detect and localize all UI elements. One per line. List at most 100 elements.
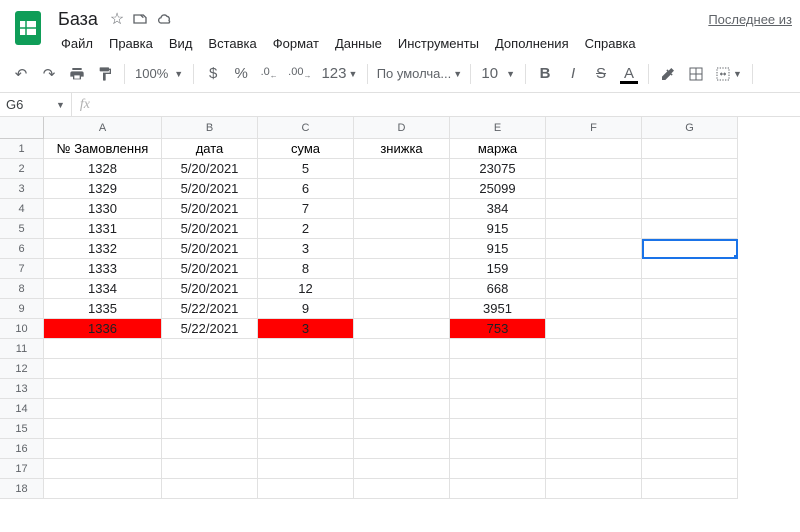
row-header-13[interactable]: 13 xyxy=(0,379,44,399)
italic-button[interactable]: I xyxy=(560,61,586,87)
cell-C16[interactable] xyxy=(258,439,354,459)
row-header-8[interactable]: 8 xyxy=(0,279,44,299)
cell-F5[interactable] xyxy=(546,219,642,239)
menu-инструменты[interactable]: Инструменты xyxy=(391,32,486,55)
cell-G15[interactable] xyxy=(642,419,738,439)
cell-B6[interactable]: 5/20/2021 xyxy=(162,239,258,259)
menu-данные[interactable]: Данные xyxy=(328,32,389,55)
cell-A16[interactable] xyxy=(44,439,162,459)
cell-F16[interactable] xyxy=(546,439,642,459)
menu-дополнения[interactable]: Дополнения xyxy=(488,32,576,55)
cell-D18[interactable] xyxy=(354,479,450,499)
zoom-select[interactable]: 100%▼ xyxy=(131,61,187,87)
cell-C11[interactable] xyxy=(258,339,354,359)
row-header-3[interactable]: 3 xyxy=(0,179,44,199)
cell-B2[interactable]: 5/20/2021 xyxy=(162,159,258,179)
cell-C18[interactable] xyxy=(258,479,354,499)
cell-A10[interactable]: 1336 xyxy=(44,319,162,339)
merge-cells-button[interactable]: ▼ xyxy=(711,61,746,87)
row-header-6[interactable]: 6 xyxy=(0,239,44,259)
cell-F8[interactable] xyxy=(546,279,642,299)
menu-вставка[interactable]: Вставка xyxy=(201,32,263,55)
cell-D1[interactable]: знижка xyxy=(354,139,450,159)
cell-D9[interactable] xyxy=(354,299,450,319)
cell-A13[interactable] xyxy=(44,379,162,399)
cloud-icon[interactable] xyxy=(156,11,174,27)
cell-B15[interactable] xyxy=(162,419,258,439)
cell-G2[interactable] xyxy=(642,159,738,179)
cell-F12[interactable] xyxy=(546,359,642,379)
cell-A3[interactable]: 1329 xyxy=(44,179,162,199)
col-header-E[interactable]: E xyxy=(450,117,546,139)
cell-F14[interactable] xyxy=(546,399,642,419)
cell-A1[interactable]: № Замовлення xyxy=(44,139,162,159)
cell-E2[interactable]: 23075 xyxy=(450,159,546,179)
cell-B9[interactable]: 5/22/2021 xyxy=(162,299,258,319)
cell-A5[interactable]: 1331 xyxy=(44,219,162,239)
last-edit-link[interactable]: Последнее из xyxy=(700,8,792,27)
cell-F15[interactable] xyxy=(546,419,642,439)
cell-G4[interactable] xyxy=(642,199,738,219)
menu-правка[interactable]: Правка xyxy=(102,32,160,55)
cell-F9[interactable] xyxy=(546,299,642,319)
cell-D14[interactable] xyxy=(354,399,450,419)
cell-C13[interactable] xyxy=(258,379,354,399)
cell-C5[interactable]: 2 xyxy=(258,219,354,239)
cell-F11[interactable] xyxy=(546,339,642,359)
cell-B10[interactable]: 5/22/2021 xyxy=(162,319,258,339)
cell-B5[interactable]: 5/20/2021 xyxy=(162,219,258,239)
cell-D16[interactable] xyxy=(354,439,450,459)
cell-A11[interactable] xyxy=(44,339,162,359)
col-header-B[interactable]: B xyxy=(162,117,258,139)
cell-E1[interactable]: маржа xyxy=(450,139,546,159)
row-header-17[interactable]: 17 xyxy=(0,459,44,479)
cell-F6[interactable] xyxy=(546,239,642,259)
move-icon[interactable] xyxy=(132,11,148,27)
cell-G1[interactable] xyxy=(642,139,738,159)
cell-C8[interactable]: 12 xyxy=(258,279,354,299)
row-header-18[interactable]: 18 xyxy=(0,479,44,499)
cell-C12[interactable] xyxy=(258,359,354,379)
cell-G18[interactable] xyxy=(642,479,738,499)
font-select[interactable]: По умолча...▼ xyxy=(374,61,464,87)
cell-F17[interactable] xyxy=(546,459,642,479)
col-header-C[interactable]: C xyxy=(258,117,354,139)
cell-D7[interactable] xyxy=(354,259,450,279)
cell-D17[interactable] xyxy=(354,459,450,479)
row-header-5[interactable]: 5 xyxy=(0,219,44,239)
menu-вид[interactable]: Вид xyxy=(162,32,200,55)
cell-E16[interactable] xyxy=(450,439,546,459)
cell-D5[interactable] xyxy=(354,219,450,239)
menu-справка[interactable]: Справка xyxy=(578,32,643,55)
cell-C1[interactable]: сума xyxy=(258,139,354,159)
currency-button[interactable]: $ xyxy=(200,61,226,87)
bold-button[interactable]: B xyxy=(532,61,558,87)
cell-D11[interactable] xyxy=(354,339,450,359)
cell-G14[interactable] xyxy=(642,399,738,419)
cell-C17[interactable] xyxy=(258,459,354,479)
cell-D4[interactable] xyxy=(354,199,450,219)
cell-B17[interactable] xyxy=(162,459,258,479)
cell-D12[interactable] xyxy=(354,359,450,379)
font-size-select[interactable]: 10▼ xyxy=(477,61,519,87)
row-header-14[interactable]: 14 xyxy=(0,399,44,419)
cell-E10[interactable]: 753 xyxy=(450,319,546,339)
cell-B16[interactable] xyxy=(162,439,258,459)
cell-G10[interactable] xyxy=(642,319,738,339)
cell-A17[interactable] xyxy=(44,459,162,479)
cell-D2[interactable] xyxy=(354,159,450,179)
row-header-10[interactable]: 10 xyxy=(0,319,44,339)
col-header-G[interactable]: G xyxy=(642,117,738,139)
cell-C14[interactable] xyxy=(258,399,354,419)
cell-F18[interactable] xyxy=(546,479,642,499)
row-header-15[interactable]: 15 xyxy=(0,419,44,439)
row-header-4[interactable]: 4 xyxy=(0,199,44,219)
cell-B8[interactable]: 5/20/2021 xyxy=(162,279,258,299)
cell-G12[interactable] xyxy=(642,359,738,379)
formula-bar-input[interactable] xyxy=(98,93,800,116)
undo-button[interactable]: ↶ xyxy=(8,61,34,87)
cell-F10[interactable] xyxy=(546,319,642,339)
cell-D3[interactable] xyxy=(354,179,450,199)
cell-A15[interactable] xyxy=(44,419,162,439)
cell-E11[interactable] xyxy=(450,339,546,359)
